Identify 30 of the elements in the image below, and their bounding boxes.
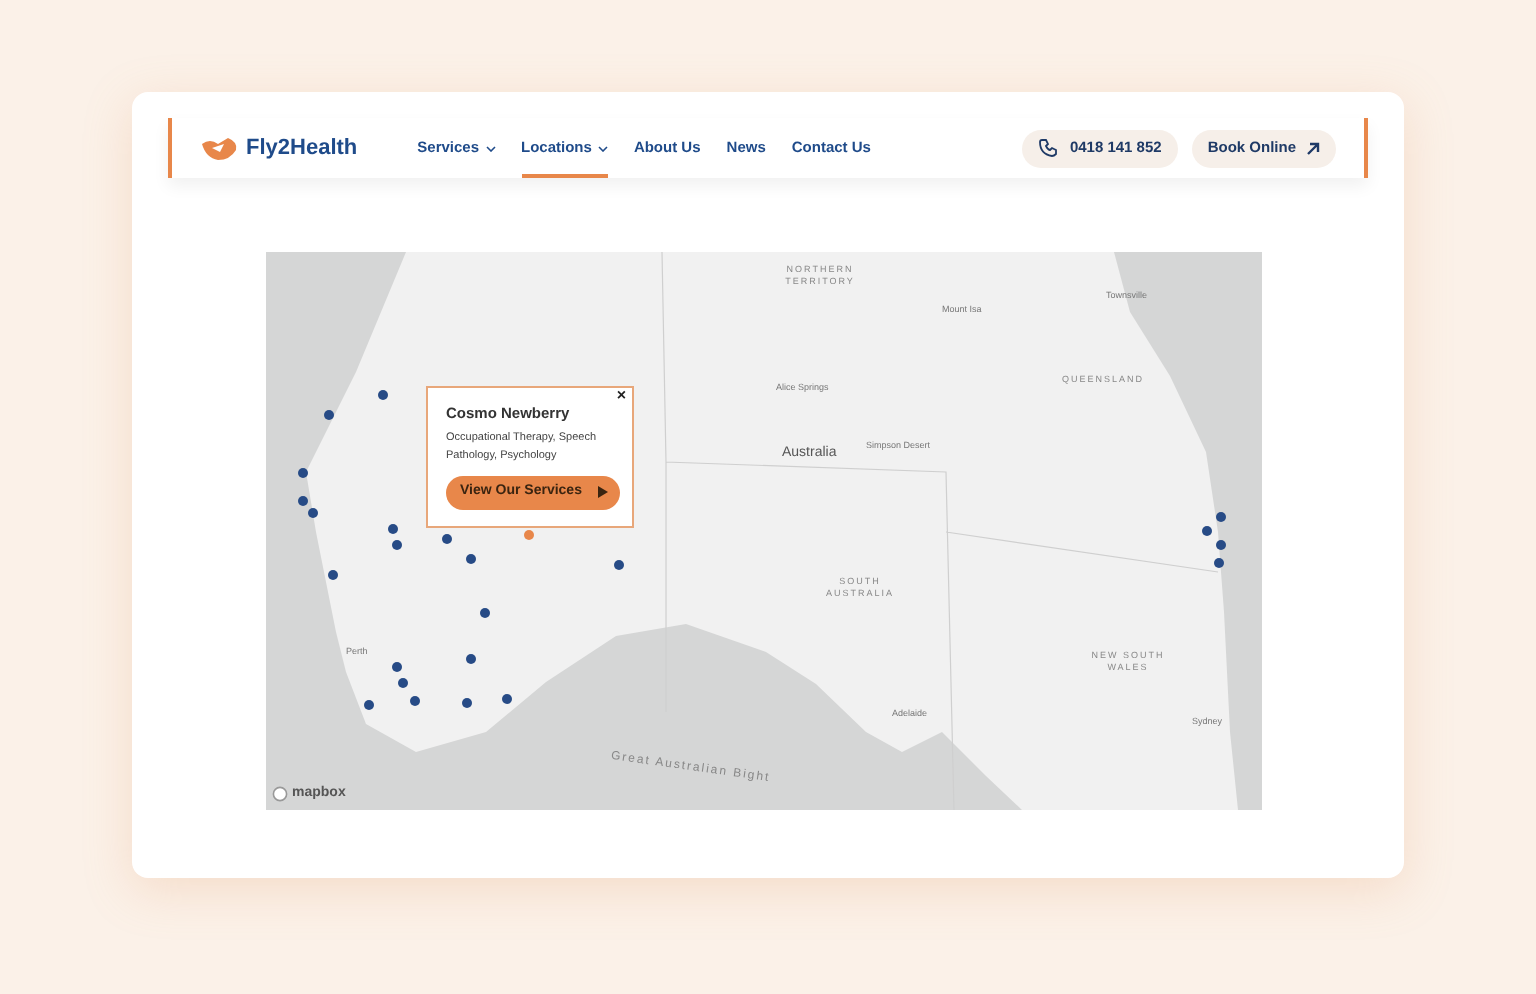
- logo-text[interactable]: Fly2Health: [246, 131, 358, 165]
- map-pin[interactable]: [479, 607, 489, 617]
- map-pin[interactable]: [307, 507, 317, 517]
- map-pin[interactable]: [397, 677, 407, 687]
- close-button[interactable]: ×: [616, 388, 626, 404]
- map-pin[interactable]: [387, 523, 397, 533]
- map-pin[interactable]: [1213, 557, 1223, 567]
- map-pin[interactable]: [1215, 511, 1225, 521]
- map-pin[interactable]: [1215, 539, 1225, 549]
- map-pin[interactable]: [323, 409, 333, 419]
- map-pin[interactable]: [391, 661, 401, 671]
- map-pin[interactable]: [465, 553, 475, 563]
- arrow-icon: [1306, 141, 1320, 155]
- map-pin[interactable]: [613, 559, 623, 569]
- map-pin[interactable]: [441, 533, 451, 543]
- map-pin[interactable]: [297, 467, 307, 477]
- map-pin[interactable]: [297, 495, 307, 505]
- play-icon: [597, 486, 608, 498]
- mapbox-logo-icon: [272, 785, 288, 802]
- map-pin[interactable]: [501, 693, 511, 703]
- map-pin[interactable]: [391, 539, 401, 549]
- phone-icon: [1037, 138, 1058, 158]
- logo-icon: [200, 135, 240, 161]
- map-pin[interactable]: [409, 695, 419, 705]
- map-pin[interactable]: [461, 697, 471, 707]
- map-pin[interactable]: [327, 569, 337, 579]
- map-pin[interactable]: [465, 653, 475, 663]
- map-pin[interactable]: [363, 699, 373, 709]
- map-pin[interactable]: [1201, 525, 1211, 535]
- map-pin[interactable]: [377, 389, 387, 399]
